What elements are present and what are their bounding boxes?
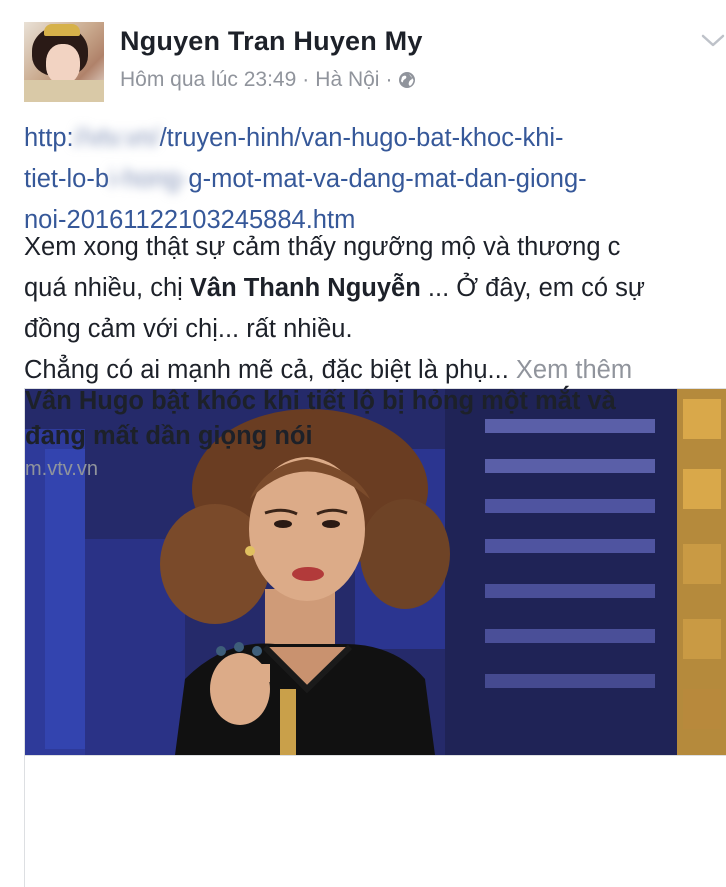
author-name[interactable]: Nguyen Tran Huyen My	[120, 26, 423, 57]
body-text: ... Ở đây, em có sự	[420, 274, 645, 302]
chevron-down-icon[interactable]	[700, 32, 726, 50]
avatar-dress	[24, 80, 104, 102]
link-text: http:	[24, 124, 74, 152]
meta-separator: ·	[302, 68, 310, 91]
link-text: g-mot-mat-va-dang-mat-dan-giong-	[188, 165, 587, 193]
link-preview-card[interactable]	[24, 388, 726, 887]
post-body: Xem xong thật sự cảm thấy ngưỡng mộ và t…	[24, 227, 724, 391]
link-line-2: tiet-lo-bi-hong-g-mot-mat-va-dang-mat-da…	[24, 159, 714, 200]
body-line-3: đồng cảm với chị... rất nhiều.	[24, 315, 353, 343]
card-domain: m.vtv.vn	[25, 458, 98, 480]
avatar-headpiece	[44, 24, 80, 36]
body-line-2: quá nhiều, chị Vân Thanh Nguyễn ... Ở đâ…	[24, 268, 724, 309]
blurred-link-text: //vtv.vn/	[73, 124, 160, 152]
body-line-1: Xem xong thật sự cảm thấy ngưỡng mộ và t…	[24, 233, 621, 261]
body-text: Chẳng có ai mạnh mẽ cả, đặc biệt là phụ.…	[24, 356, 509, 384]
body-text: quá nhiều, chị	[24, 274, 190, 302]
post-meta: Hôm qua lúc 23:49 · Hà Nội ·	[120, 68, 416, 92]
see-more-link[interactable]: Xem thêm	[516, 356, 632, 384]
meta-separator: ·	[385, 68, 393, 91]
card-title[interactable]: Vân Hugo bật khóc khi tiết lộ bị hỏng mộ…	[25, 384, 695, 454]
link-text: tiet-lo-b	[24, 165, 110, 193]
facebook-post: Nguyen Tran Huyen My Hôm qua lúc 23:49 ·…	[0, 0, 726, 887]
link-text: /truyen-hinh/van-hugo-bat-khoc-khi-	[159, 124, 564, 152]
link-line-1: http://vtv.vn//truyen-hinh/van-hugo-bat-…	[24, 118, 714, 159]
card-caption-area[interactable]	[25, 755, 726, 887]
card-title-line: Vân Hugo bật khóc khi tiết lộ bị hỏng mộ…	[25, 387, 616, 415]
avatar[interactable]	[24, 22, 104, 102]
blurred-link-text: i-hong-	[109, 165, 189, 193]
globe-icon[interactable]	[398, 71, 416, 89]
post-location[interactable]: Hà Nội	[315, 68, 379, 92]
shared-link-url[interactable]: http://vtv.vn//truyen-hinh/van-hugo-bat-…	[24, 118, 714, 241]
card-title-line: đang mất dần giọng nói	[25, 422, 313, 450]
tagged-person[interactable]: Vân Thanh Nguyễn	[190, 274, 421, 302]
post-timestamp[interactable]: Hôm qua lúc 23:49	[120, 68, 296, 92]
avatar-face	[46, 44, 80, 84]
